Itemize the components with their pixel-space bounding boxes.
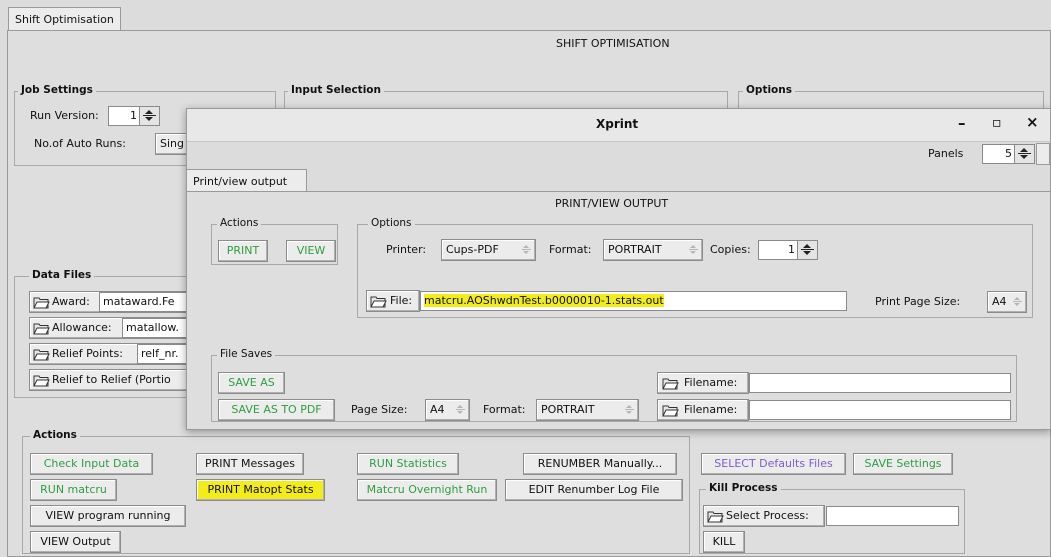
combo-arrows-icon — [1013, 297, 1022, 306]
input-selection-title: Input Selection — [288, 84, 384, 96]
run-version-value: 1 — [130, 109, 137, 122]
run-statistics-button[interactable]: RUN Statistics — [357, 453, 459, 475]
combo-arrows-icon — [689, 245, 698, 254]
filename-input-1[interactable] — [749, 373, 1011, 393]
folder-open-icon — [662, 404, 679, 417]
print-page-size-label: Print Page Size: — [875, 295, 961, 308]
select-defaults-files-button[interactable]: SELECT Defaults Files — [701, 453, 846, 475]
xprint-options-title: Options — [368, 217, 415, 229]
award-label: Award: — [52, 295, 90, 308]
folder-open-icon — [33, 374, 50, 387]
file-input[interactable]: matcru.AOShwdnTest.b0000010-1.stats.out — [420, 291, 847, 311]
printer-select[interactable]: Cups-PDF — [441, 239, 536, 261]
print-matopt-stats-button[interactable]: PRINT Matopt Stats — [196, 479, 325, 501]
print-button[interactable]: PRINT — [218, 240, 268, 262]
maximize-icon[interactable]: ▫ — [992, 114, 1002, 132]
file-browse-button[interactable]: File: — [366, 290, 420, 312]
filename-input-2[interactable] — [749, 400, 1011, 420]
data-files-title: Data Files — [29, 269, 95, 281]
folder-open-icon — [33, 348, 50, 361]
kill-button[interactable]: KILL — [703, 531, 745, 553]
print-page-size-value: A4 — [992, 295, 1007, 308]
combo-arrows-icon — [625, 405, 634, 414]
spin-arrows-icon[interactable] — [797, 241, 817, 259]
save-page-size-select[interactable]: A4 — [425, 399, 470, 421]
folder-open-icon — [33, 296, 50, 309]
actions-title: Actions — [30, 429, 80, 441]
minimize-icon[interactable]: – — [958, 114, 966, 132]
save-page-size-label: Page Size: — [351, 403, 408, 416]
save-settings-button[interactable]: SAVE Settings — [853, 453, 953, 475]
tab-shift-optimisation[interactable]: Shift Optimisation — [8, 7, 121, 31]
folder-open-icon — [662, 377, 679, 390]
relief-points-label: Relief Points: — [52, 347, 123, 360]
allowance-label: Allowance: — [52, 321, 112, 334]
run-version-spinner[interactable]: 1 — [108, 106, 160, 126]
xprint-titlebar[interactable]: Xprint – ▫ × — [187, 109, 1050, 142]
edit-renumber-log-button[interactable]: EDIT Renumber Log File — [505, 479, 683, 501]
options-title: Options — [743, 84, 795, 96]
format-select[interactable]: PORTRAIT — [603, 239, 703, 261]
filename-browse-button-2[interactable]: Filename: — [657, 399, 749, 421]
relief-points-input[interactable]: relf_nr. — [137, 344, 189, 364]
print-page-size-select[interactable]: A4 — [987, 291, 1027, 313]
select-process-button[interactable]: Select Process: — [703, 505, 825, 527]
view-button[interactable]: VIEW — [286, 240, 336, 262]
printer-value: Cups-PDF — [446, 243, 499, 256]
folder-open-icon — [707, 510, 724, 523]
file-saves-title: File Saves — [217, 348, 276, 360]
save-as-pdf-button[interactable]: SAVE AS TO PDF — [218, 399, 335, 421]
filename-label-2: Filename: — [684, 403, 738, 416]
print-messages-button[interactable]: PRINT Messages — [196, 453, 304, 475]
combo-arrows-icon — [522, 245, 531, 254]
save-as-button[interactable]: SAVE AS — [218, 372, 285, 394]
panels-value: 5 — [1005, 147, 1012, 160]
allowance-input[interactable]: matallow. — [122, 318, 189, 338]
save-format-value: PORTRAIT — [541, 403, 595, 416]
xprint-header: PRINT/VIEW OUTPUT — [555, 197, 669, 210]
save-format-select[interactable]: PORTRAIT — [536, 399, 639, 421]
copies-label: Copies: — [710, 243, 751, 256]
xprint-actions-title: Actions — [217, 217, 262, 229]
filename-browse-button-1[interactable]: Filename: — [657, 372, 749, 394]
copies-spinner[interactable]: 1 — [758, 240, 818, 260]
folder-open-icon — [370, 295, 387, 308]
copies-value: 1 — [788, 243, 795, 256]
matcru-overnight-run-button[interactable]: Matcru Overnight Run — [357, 479, 497, 501]
job-settings-title: Job Settings — [18, 84, 96, 96]
relief-to-relief-label: Relief to Relief (Portio — [52, 373, 171, 386]
spin-arrows-icon[interactable] — [1014, 145, 1034, 163]
combo-arrows-icon — [456, 405, 465, 414]
file-value: matcru.AOShwdnTest.b0000010-1.stats.out — [424, 294, 664, 307]
save-format-label: Format: — [483, 403, 526, 416]
select-process-label: Select Process: — [726, 509, 809, 522]
auto-runs-label: No.of Auto Runs: — [34, 137, 126, 150]
format-value: PORTRAIT — [608, 243, 662, 256]
filename-label-1: Filename: — [684, 376, 738, 389]
relief-to-relief-file-button[interactable]: Relief to Relief (Portio — [29, 369, 189, 391]
kill-process-title: Kill Process — [706, 482, 781, 494]
save-page-size-value: A4 — [430, 403, 445, 416]
panel-scroll-handle[interactable] — [1036, 143, 1050, 165]
renumber-manually-button[interactable]: RENUMBER Manually... — [523, 453, 677, 475]
check-input-data-button[interactable]: Check Input Data — [30, 453, 153, 475]
printer-label: Printer: — [386, 243, 427, 256]
xprint-title: Xprint — [596, 117, 639, 131]
award-input[interactable]: mataward.Fe — [99, 292, 189, 312]
file-label: File: — [390, 294, 413, 307]
close-icon[interactable]: × — [1026, 113, 1039, 131]
view-output-button[interactable]: VIEW Output — [30, 531, 121, 553]
run-matcru-button[interactable]: RUN matcru — [30, 479, 117, 501]
xprint-window: Xprint – ▫ × Panels 5 Print/view output … — [186, 108, 1051, 430]
spin-arrows-icon[interactable] — [139, 107, 159, 125]
run-version-label: Run Version: — [30, 109, 99, 122]
tab-print-view-output[interactable]: Print/view output — [186, 169, 307, 193]
panels-spinner[interactable]: 5 — [982, 144, 1035, 164]
page-title: SHIFT OPTIMISATION — [556, 37, 670, 50]
select-process-input[interactable] — [826, 506, 959, 526]
view-program-running-button[interactable]: VIEW program running — [30, 505, 186, 527]
panels-label: Panels — [928, 147, 964, 160]
format-label: Format: — [549, 243, 592, 256]
folder-open-icon — [33, 322, 50, 335]
